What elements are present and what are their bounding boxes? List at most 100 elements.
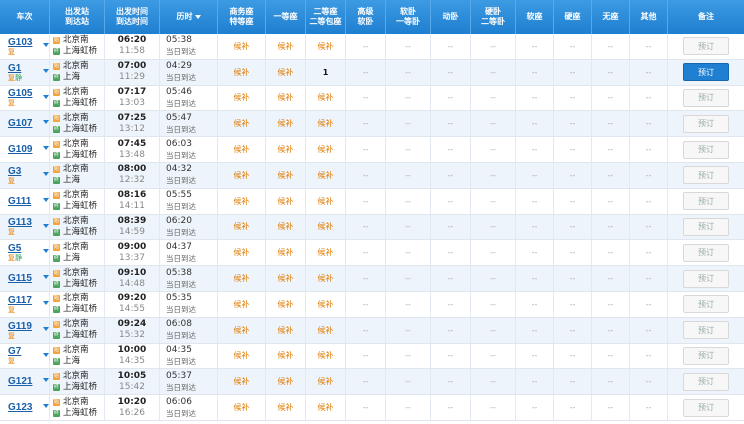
train-number-link[interactable]: G115 [8, 273, 32, 284]
business-seat-cell[interactable]: 候补 [218, 111, 266, 137]
train-number-link[interactable]: G103 [8, 37, 32, 48]
business-seat-cell[interactable]: 候补 [218, 188, 266, 214]
second-seat-cell[interactable]: 候补 [306, 395, 346, 420]
header-station[interactable]: 出发站 到达站 [50, 0, 105, 34]
second-seat-cell[interactable]: 候补 [306, 85, 346, 111]
first-seat-cell[interactable]: 候补 [266, 317, 306, 343]
book-button[interactable]: 预订 [683, 114, 729, 133]
expand-chevron-icon[interactable] [43, 404, 49, 409]
train-number-link[interactable]: G117 [8, 295, 32, 306]
second-seat-cell[interactable]: 候补 [306, 317, 346, 343]
business-seat-cell[interactable]: 候补 [218, 34, 266, 59]
second-seat-cell[interactable]: 候补 [306, 111, 346, 137]
expand-chevron-icon[interactable] [43, 352, 49, 357]
book-button[interactable]: 预订 [683, 295, 729, 314]
train-number-link[interactable]: G1 [8, 63, 21, 74]
train-number-link[interactable]: G3 [8, 166, 21, 177]
business-seat-cell[interactable]: 候补 [218, 369, 266, 395]
duration-value: 05:38 [166, 267, 192, 278]
expand-chevron-icon[interactable] [43, 94, 49, 99]
business-seat-cell[interactable]: 候补 [218, 317, 266, 343]
book-button[interactable]: 预订 [683, 192, 729, 211]
first-seat-cell[interactable]: 候补 [266, 343, 306, 369]
business-seat-cell[interactable]: 候补 [218, 214, 266, 240]
expand-chevron-icon[interactable] [43, 378, 49, 383]
first-seat-cell[interactable]: 候补 [266, 188, 306, 214]
book-button[interactable]: 预订 [683, 321, 729, 340]
book-button[interactable]: 预订 [683, 140, 729, 159]
second-seat-cell[interactable]: 候补 [306, 188, 346, 214]
business-seat-cell[interactable]: 候补 [218, 85, 266, 111]
header-duration[interactable]: 历时 [160, 0, 218, 34]
book-button[interactable]: 预订 [683, 269, 729, 288]
second-seat-cell[interactable]: 候补 [306, 266, 346, 291]
business-seat-cell[interactable]: 候补 [218, 266, 266, 291]
book-button[interactable]: 预订 [683, 166, 729, 185]
train-number-link[interactable]: G107 [8, 118, 32, 129]
book-button[interactable]: 预订 [683, 243, 729, 262]
business-seat-cell[interactable]: 候补 [218, 163, 266, 188]
book-button[interactable]: 预订 [683, 346, 729, 365]
expand-chevron-icon[interactable] [43, 146, 49, 151]
expand-chevron-icon[interactable] [43, 301, 49, 305]
first-seat-cell[interactable]: 候补 [266, 395, 306, 420]
first-seat-cell[interactable]: 候补 [266, 292, 306, 317]
second-seat-cell[interactable]: 候补 [306, 163, 346, 188]
station-cell: 始北京南终上海 [50, 59, 105, 85]
business-seat-cell[interactable]: 候补 [218, 292, 266, 317]
first-seat-cell[interactable]: 候补 [266, 214, 306, 240]
first-seat-cell[interactable]: 候补 [266, 266, 306, 291]
business-seat-cell[interactable]: 候补 [218, 59, 266, 85]
first-seat-cell[interactable]: 候补 [266, 111, 306, 137]
expand-chevron-icon[interactable] [43, 249, 49, 254]
table-row: G7 复始北京南终上海 10:00 14:35 04:35 当日到达 候补 候补 候补 -- -- -… [0, 343, 744, 370]
book-button[interactable]: 预订 [683, 398, 729, 417]
first-seat-cell[interactable]: 候补 [266, 240, 306, 266]
train-number-link[interactable]: G113 [8, 217, 32, 228]
train-number-link[interactable]: G109 [8, 144, 32, 155]
expand-chevron-icon[interactable] [43, 223, 49, 228]
expand-chevron-icon[interactable] [43, 275, 49, 280]
second-seat-cell[interactable]: 候补 [306, 214, 346, 240]
business-seat-cell[interactable]: 候补 [218, 240, 266, 266]
book-button[interactable]: 预订 [683, 63, 729, 82]
seat-unavailable-cell: -- [592, 137, 630, 162]
header-time[interactable]: 出发时间 到达时间 [105, 0, 160, 34]
first-seat-cell[interactable]: 候补 [266, 59, 306, 85]
business-seat-cell[interactable]: 候补 [218, 395, 266, 420]
expand-chevron-icon[interactable] [43, 197, 49, 202]
second-seat-cell[interactable]: 候补 [306, 240, 346, 266]
train-number-link[interactable]: G121 [8, 376, 32, 387]
book-button[interactable]: 预订 [683, 217, 729, 236]
train-number-link[interactable]: G111 [8, 196, 31, 207]
first-seat-cell[interactable]: 候补 [266, 369, 306, 395]
expand-chevron-icon[interactable] [43, 68, 49, 73]
business-seat-cell[interactable]: 候补 [218, 343, 266, 369]
arrival-time: 16:26 [119, 407, 145, 418]
expand-chevron-icon[interactable] [43, 120, 49, 125]
book-button[interactable]: 预订 [683, 88, 729, 107]
business-seat-cell[interactable]: 候补 [218, 137, 266, 162]
expand-chevron-icon[interactable] [43, 43, 49, 47]
first-seat-cell[interactable]: 候补 [266, 85, 306, 111]
first-seat-cell[interactable]: 候补 [266, 163, 306, 188]
train-number-link[interactable]: G7 [8, 346, 21, 357]
start-station-icon: 始 [53, 217, 60, 225]
train-number-link[interactable]: G123 [8, 402, 32, 413]
expand-chevron-icon[interactable] [43, 172, 49, 176]
second-seat-cell[interactable]: 候补 [306, 343, 346, 369]
first-seat-cell[interactable]: 候补 [266, 34, 306, 59]
second-seat-cell[interactable]: 1 [306, 59, 346, 85]
train-number-link[interactable]: G5 [8, 243, 21, 254]
book-button[interactable]: 预订 [683, 37, 729, 56]
second-seat-cell[interactable]: 候补 [306, 137, 346, 162]
first-seat-cell[interactable]: 候补 [266, 137, 306, 162]
book-button[interactable]: 预订 [683, 372, 729, 391]
second-seat-cell[interactable]: 候补 [306, 369, 346, 395]
train-number-link[interactable]: G119 [8, 321, 32, 332]
second-seat-cell[interactable]: 候补 [306, 34, 346, 59]
departure-time: 08:00 [117, 164, 147, 175]
expand-chevron-icon[interactable] [43, 326, 49, 331]
second-seat-cell[interactable]: 候补 [306, 292, 346, 317]
train-number-link[interactable]: G105 [8, 88, 32, 99]
